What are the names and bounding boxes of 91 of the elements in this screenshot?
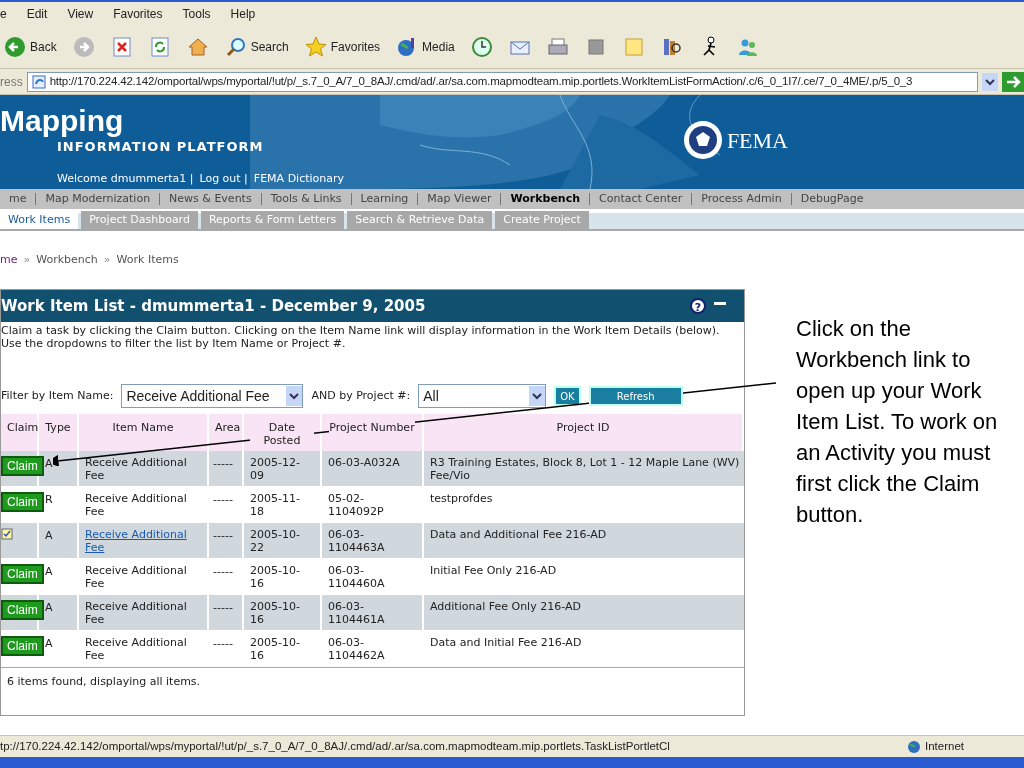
claim-button[interactable]: Claim: [1, 636, 44, 656]
help-button[interactable]: ?: [690, 298, 706, 314]
printer-icon: [546, 35, 569, 58]
table-cell: Receive Additional Fee: [85, 636, 187, 662]
table-cell: A: [45, 565, 53, 578]
site-subtitle: INFORMATION PLATFORM: [56, 138, 265, 156]
breadcrumb-separator: »: [23, 251, 31, 268]
table-cell: 2005-10-16: [244, 631, 322, 666]
header-link[interactable]: Welcome dmummerta1 |: [57, 170, 194, 187]
search-icon: [224, 35, 247, 58]
nav-link[interactable]: News & Events: [160, 190, 261, 208]
note-icon: [622, 35, 645, 58]
menu-item[interactable]: Tools: [182, 4, 211, 23]
table-cell: A: [45, 457, 53, 470]
claim-button[interactable]: Claim: [1, 600, 44, 620]
portlet-title: Work Item List - dmummerta1 - December 9, 2005: [1, 295, 426, 317]
column-header: Area: [215, 421, 241, 434]
table-cell-text: Additional Fee Only 216-AD: [429, 599, 582, 615]
project-select[interactable]: All: [418, 384, 547, 408]
menu-item[interactable]: Help: [230, 4, 256, 23]
table-cell: A: [45, 637, 53, 650]
stop-icon: [110, 35, 133, 58]
zone-label: Internet: [925, 738, 964, 754]
nav-link[interactable]: Contact Center: [590, 190, 692, 208]
claim-button[interactable]: Claim: [1, 564, 44, 584]
nav-link[interactable]: Process Admin: [692, 190, 791, 208]
breadcrumb-link[interactable]: me: [0, 251, 18, 269]
column-header: Claim: [7, 421, 39, 434]
items-count: 6 items found, displaying all items.: [7, 675, 201, 688]
nav-link[interactable]: Workbench: [501, 190, 590, 208]
sub-tab[interactable]: Work Items: [0, 211, 79, 229]
table-cell-text: testprofdes: [429, 491, 494, 507]
site-title: Mapping: [0, 105, 125, 137]
refresh-button[interactable]: Refresh: [588, 386, 683, 406]
nav-link[interactable]: Map Modernization: [36, 190, 160, 208]
nav-link[interactable]: Learning: [351, 190, 418, 208]
table-cell: Receive Additional Fee: [85, 564, 187, 590]
nav-link[interactable]: Tools & Links: [261, 190, 351, 208]
header-link[interactable]: Log out |: [199, 170, 248, 187]
claim-button[interactable]: Claim: [1, 456, 44, 476]
star-icon: [304, 35, 327, 58]
agency-name: FEMA: [726, 126, 788, 155]
toolbar-button[interactable]: Favorites: [300, 35, 385, 58]
menu-item[interactable]: Edit: [26, 4, 48, 23]
column-header: Project Number: [329, 421, 415, 434]
table-cell: 06-03-1104462A: [322, 631, 424, 666]
column-header: Date Posted: [250, 421, 314, 447]
column-header: Item Name: [112, 421, 174, 434]
breadcrumb-item[interactable]: Workbench: [36, 251, 98, 269]
toolbar-button[interactable]: Media: [392, 35, 459, 58]
menu-item[interactable]: Favorites: [113, 4, 163, 23]
table-cell: Receive Additional Fee: [85, 456, 187, 482]
breadcrumb-item[interactable]: Work Items: [116, 251, 179, 269]
table-cell: A: [45, 529, 53, 542]
address-label: ress: [0, 73, 23, 91]
globe-icon: [907, 739, 921, 754]
column-header: Project ID: [556, 421, 610, 434]
table-cell: Receive Additional Fee: [85, 492, 187, 518]
portlet-description: Claim a task by clicking the Claim button. Clicking on the Item Name link will display information in the Work Item Details (below). Use the dropdowns to filter the list by Item Name or Project #.: [1, 323, 721, 350]
filter-label: AND by Project #:: [311, 387, 411, 404]
table-cell-text: Data and Additional Fee 216-AD: [429, 527, 608, 543]
seal-icon: [682, 120, 723, 160]
column-header: Type: [45, 421, 71, 434]
ok-button[interactable]: OK: [554, 386, 581, 406]
breadcrumb-separator: »: [103, 251, 111, 268]
nav-link[interactable]: Map Viewer: [418, 190, 501, 208]
table-cell: R: [45, 493, 53, 506]
claim-button[interactable]: Claim: [1, 492, 44, 512]
refresh-icon: [148, 35, 171, 58]
table-cell: A: [45, 601, 53, 614]
filter-label: Filter by Item Name:: [1, 387, 114, 404]
table-cell-text: Data and Initial Fee 216-AD: [429, 635, 583, 651]
menu-item[interactable]: View: [67, 4, 94, 23]
status-text: tp://170.224.42.142/omportal/wps/myportal/!ut/p/_s.7_0_A/7_0_8AJ/.cmd/ad/.ar/sa.com.mapmodteam.mip.portlets.TaskListPortletCl: [0, 738, 670, 754]
header-link[interactable]: FEMA Dictionary: [253, 170, 345, 187]
table-cell: Receive Additional Fee: [85, 600, 187, 626]
table-cell-text: Initial Fee Only 216-AD: [429, 563, 558, 579]
toolbar-button[interactable]: Search: [220, 35, 293, 58]
history-icon: [470, 35, 493, 58]
item-name-link[interactable]: Receive Additional Fee: [85, 528, 207, 554]
nav-link[interactable]: DebugPage: [791, 190, 873, 208]
address-text: http://170.224.42.142/omportal/wps/myportal/!ut/p/_s.7_0_A/7_0_8AJ/.cmd/ad/.ar/sa.com.mapmodteam.mip.portlets.WorkItemListFormAction/.c/6_0_1I7/.ce/7_0_4ME/.p/5_0_3: [49, 73, 913, 89]
table-cell: -----: [209, 631, 244, 666]
menu-item[interactable]: e: [0, 4, 7, 23]
toolbar-button[interactable]: Back: [0, 35, 61, 58]
nav-link[interactable]: me: [0, 190, 36, 208]
table-cell-text: R3 Training Estates, Block 8, Lot 1 - 12 Maple Lane (WV) Fee/Vio: [429, 455, 741, 484]
item-name-select[interactable]: Receive Additional Fee: [121, 384, 304, 408]
callout-text: Click on the Workbench link to open up your Work Item List. To work on an Activity you must first click the Claim button.: [796, 315, 999, 529]
address-field[interactable]: http://170.224.42.142/omportal/wps/myportal/!ut/p/_s.7_0_A/7_0_8AJ/.cmd/ad/.ar/sa.com.mapmodteam.mip.portlets.WorkItemListFormAction/.c/6_0_1I7/.ce/7_0_4ME/.p/5_0_3: [26, 71, 978, 92]
page-icon: [31, 74, 46, 89]
